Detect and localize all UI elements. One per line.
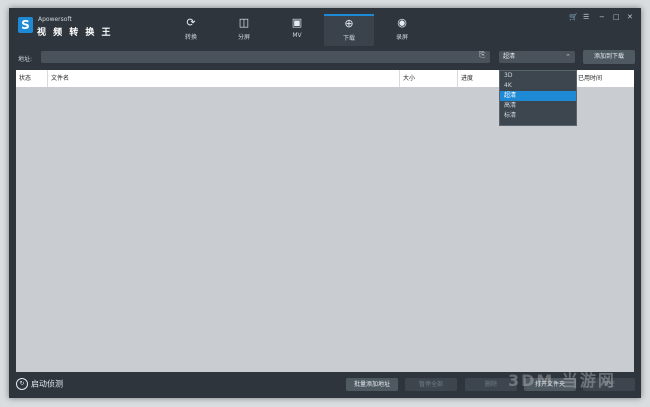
tab-label: 分屏 bbox=[237, 34, 250, 41]
tab-label: 录屏 bbox=[395, 34, 408, 41]
chevron-up-icon: ⌃ bbox=[565, 53, 571, 61]
tab-label: 转换 bbox=[184, 34, 197, 41]
menu-icon[interactable]: ☰ bbox=[583, 13, 589, 21]
paste-icon[interactable]: ⎘ bbox=[479, 50, 485, 60]
start-detect-label: 启动侦测 bbox=[31, 379, 63, 389]
quality-option-hd[interactable]: 高清 bbox=[500, 101, 576, 111]
refresh-icon: ⟳ bbox=[186, 16, 196, 29]
column-elapsed[interactable]: 已用时间 bbox=[575, 70, 634, 87]
quality-option-4k[interactable]: 4K bbox=[500, 81, 576, 91]
tv-icon: ▣ bbox=[291, 16, 303, 29]
start-detect-button[interactable]: ↻ 启动侦测 bbox=[16, 378, 63, 390]
tab-mv[interactable]: ▣ MV bbox=[272, 15, 322, 45]
close-icon[interactable]: ✕ bbox=[627, 13, 633, 21]
title-bar: S Apowersoft 视 频 转 换 王 ⟳ 转换 ◫ 分屏 ▣ MV ⊕ … bbox=[9, 8, 641, 46]
address-row: 地址: ⎘ 超清 ⌃ 添加到下载 bbox=[9, 46, 641, 70]
add-to-download-button[interactable]: 添加到下载 bbox=[583, 50, 635, 64]
quality-option-sd[interactable]: 标清 bbox=[500, 111, 576, 121]
tab-split-screen[interactable]: ◫ 分屏 bbox=[219, 15, 269, 45]
column-size[interactable]: 大小 bbox=[400, 70, 458, 87]
app-window: S Apowersoft 视 频 转 换 王 ⟳ 转换 ◫ 分屏 ▣ MV ⊕ … bbox=[9, 8, 641, 398]
tab-label: 下载 bbox=[342, 35, 355, 42]
brand-name: Apowersoft bbox=[38, 16, 72, 23]
pause-all-button[interactable]: 暂停全部 bbox=[405, 378, 457, 391]
split-screen-icon: ◫ bbox=[238, 16, 250, 29]
maximize-icon[interactable]: □ bbox=[613, 13, 620, 21]
quality-option-super-hd[interactable]: 超清 bbox=[500, 91, 576, 101]
tab-download[interactable]: ⊕ 下载 bbox=[324, 14, 374, 46]
quality-select[interactable]: 超清 ⌃ bbox=[499, 51, 575, 63]
quality-dropdown: 3D 4K 超清 高清 标清 bbox=[499, 70, 577, 126]
quality-selected: 超清 bbox=[503, 53, 516, 60]
app-logo-icon: S bbox=[18, 17, 33, 33]
column-filename[interactable]: 文件名 bbox=[48, 70, 400, 87]
column-status[interactable]: 状态 bbox=[16, 70, 48, 87]
download-icon: ⊕ bbox=[344, 17, 354, 30]
quality-option-3d[interactable]: 3D bbox=[500, 71, 576, 81]
tab-convert[interactable]: ⟳ 转换 bbox=[166, 15, 216, 45]
minimize-icon[interactable]: − bbox=[599, 13, 605, 21]
tab-record[interactable]: ◉ 录屏 bbox=[377, 15, 427, 45]
app-name: 视 频 转 换 王 bbox=[37, 28, 113, 38]
watermark: 3DM 当游网 bbox=[508, 371, 616, 390]
detect-icon: ↻ bbox=[16, 378, 28, 390]
batch-add-button[interactable]: 批量添加地址 bbox=[346, 378, 398, 391]
address-input[interactable] bbox=[41, 51, 490, 63]
record-icon: ◉ bbox=[397, 16, 407, 29]
address-label: 地址: bbox=[18, 56, 33, 63]
cart-icon[interactable]: 🛒 bbox=[569, 13, 578, 21]
tab-label: MV bbox=[292, 32, 302, 39]
